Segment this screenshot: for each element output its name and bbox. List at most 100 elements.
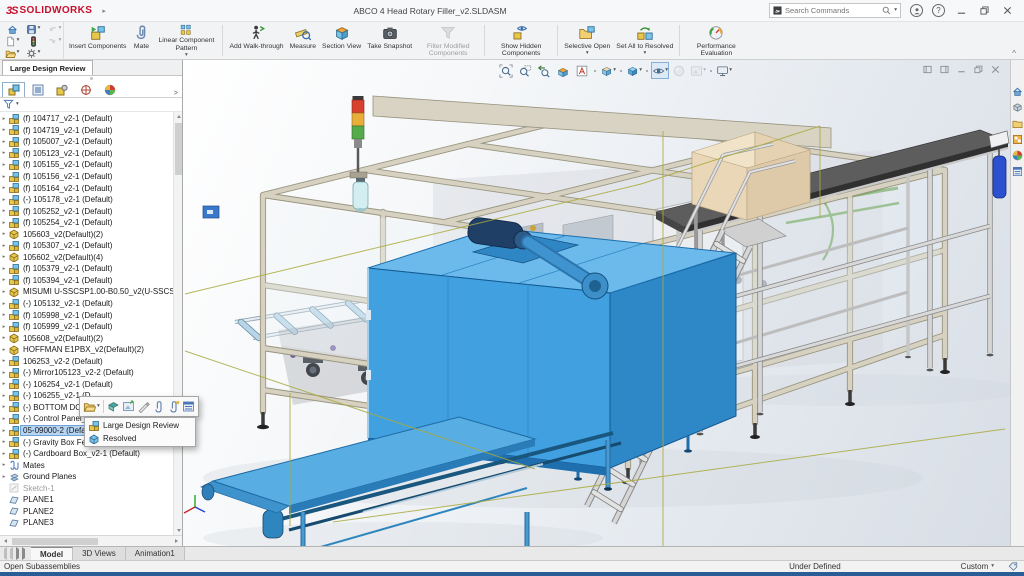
cardboard-box[interactable] xyxy=(690,131,812,221)
doc-tab-animation1[interactable]: Animation1 xyxy=(125,547,185,560)
hud-zoom-to-fit-button[interactable] xyxy=(497,62,515,79)
taskpane-design-library-tab[interactable] xyxy=(1012,118,1023,129)
minimize-button[interactable] xyxy=(954,4,968,18)
qa-options-button[interactable]: ▾ xyxy=(26,48,40,59)
qa-undo-button[interactable]: ▾ xyxy=(47,24,61,35)
tree-item[interactable]: ▸ (-) 106254_v2-1 (Default) xyxy=(0,379,173,391)
panel-tab-features[interactable] xyxy=(2,82,25,97)
search-commands-box[interactable]: ▾ xyxy=(769,3,901,18)
ribbon-show-hidden-button[interactable]: Show Hidden Components xyxy=(488,23,554,58)
ctx-pencil-sketch-button[interactable] xyxy=(137,400,150,413)
tree-item[interactable]: ▸ (f) 105379_v2-1 (Default) xyxy=(0,263,173,275)
scroll-thumb-h[interactable] xyxy=(12,537,98,545)
ctx-mate-clip-button[interactable] xyxy=(152,400,165,413)
ribbon-collapse-icon[interactable]: ^ xyxy=(1012,49,1016,58)
search-input[interactable] xyxy=(785,6,880,15)
filter-caret[interactable]: ▾ xyxy=(16,101,19,108)
help-icon[interactable]: ? xyxy=(932,4,945,17)
ribbon-insert-components-button[interactable]: Insert Components xyxy=(66,23,129,58)
tree-item[interactable]: ▸ Ground Planes xyxy=(0,471,173,483)
hud-view-settings-button[interactable]: ▾ xyxy=(715,62,733,79)
tree-item[interactable]: ▸ (-) 105132_v2-1 (Default) xyxy=(0,298,173,310)
taskpane-custom-properties-tab[interactable] xyxy=(1012,166,1023,177)
ctx-smart-mate-button[interactable] xyxy=(167,400,180,413)
tree-item[interactable]: ▸ 105603_v2(Default)(2) xyxy=(0,228,173,240)
taskpane-appearances-tab[interactable] xyxy=(1012,150,1023,161)
hud-view-orientation-button[interactable]: ▾ xyxy=(599,62,617,79)
qa-new-document-button[interactable]: ▾ xyxy=(5,36,19,47)
tree-item[interactable]: Sketch-1 xyxy=(0,483,173,495)
tree-item[interactable]: ▸ (f) 105307_v2-1 (Default) xyxy=(0,240,173,252)
tree-item[interactable]: ▸ (f) 104717_v2-1 (Default) xyxy=(0,113,173,125)
tree-vertical-scrollbar[interactable] xyxy=(173,112,182,535)
doc-restore-button[interactable] xyxy=(974,65,983,74)
tree-item[interactable]: PLANE2 xyxy=(0,506,173,518)
tree-item[interactable]: ▸ 106253_v2-2 (Default) xyxy=(0,355,173,367)
hud-display-style-button[interactable]: ▾ xyxy=(625,62,643,79)
doc-pane-left-button[interactable] xyxy=(923,65,932,74)
tree-item[interactable]: ▸ HOFFMAN E1PBX_v2(Default)(2) xyxy=(0,344,173,356)
tree-item[interactable]: ▸ (f) 105999_v2-1 (Default) xyxy=(0,321,173,333)
doc-tab-3d-views[interactable]: 3D Views xyxy=(73,547,126,560)
tree-item[interactable]: ▸ (f) 105123_v2-1 (Default) xyxy=(0,148,173,160)
tree-item[interactable]: ▸ (-) Cardboard Box_v2-1 (Default) xyxy=(0,448,173,460)
tree-item[interactable]: ▸ (f) 105007_v2-1 (Default) xyxy=(0,136,173,148)
ribbon-snapshot-button[interactable]: Take Snapshot xyxy=(364,23,415,58)
tree-item[interactable]: ▸ (f) 105254_v2-1 (Default) xyxy=(0,217,173,229)
custom-caret[interactable]: ▾ xyxy=(991,563,994,570)
tree-item[interactable]: ▸ 105608_v2(Default)(2) xyxy=(0,332,173,344)
tree-item[interactable]: ▸ (f) 105164_v2-1 (Default) xyxy=(0,182,173,194)
tree-item[interactable]: ▸MISUMI U-SSCSP1.00-B0.50_v2(U-SSCSP(304… xyxy=(0,286,173,298)
tree-item[interactable]: ▸ (f) 105252_v2-1 (Default) xyxy=(0,205,173,217)
doc-close-button[interactable] xyxy=(991,65,1000,74)
taskpane-resources-tab[interactable] xyxy=(1012,102,1023,113)
ctx-preview-window-button[interactable] xyxy=(122,400,135,413)
scroll-down-icon[interactable] xyxy=(174,526,182,535)
taskpane-home-tab[interactable] xyxy=(1012,86,1023,97)
tree-item[interactable]: PLANE1 xyxy=(0,494,173,506)
hud-annotation-views-button[interactable] xyxy=(573,62,591,79)
doc-minimize-button[interactable] xyxy=(957,65,966,74)
tab-large-design-review[interactable]: Large Design Review xyxy=(2,60,94,75)
ctx-isolate-button[interactable] xyxy=(107,400,120,413)
login-icon[interactable] xyxy=(910,4,923,17)
ribbon-walkthrough-button[interactable]: Add Walk-through xyxy=(226,23,286,58)
qa-redo-button[interactable]: ▾ xyxy=(47,36,61,47)
signal-tower[interactable] xyxy=(349,96,369,212)
panel-tab-configurations[interactable] xyxy=(50,82,73,97)
ribbon-section-view-button[interactable]: Section View xyxy=(319,23,364,58)
tree-item[interactable]: ▸ (f) 105394_v2-1 (Default) xyxy=(0,275,173,287)
tree-item[interactable]: ▸ (-) 105178_v2-1 (Default) xyxy=(0,194,173,206)
tab-first-icon[interactable] xyxy=(4,547,7,560)
tree-item[interactable]: ▸ (f) 105155_v2-1 (Default) xyxy=(0,159,173,171)
qa-home-button[interactable] xyxy=(7,24,18,35)
search-scope-caret[interactable]: ▾ xyxy=(894,7,897,14)
viewport-3d-scene[interactable] xyxy=(183,60,1010,546)
ribbon-filter-modified-button[interactable]: Filter Modified Components xyxy=(415,23,481,58)
ribbon-measure-button[interactable]: Measure xyxy=(287,23,319,58)
hud-apply-scene-button[interactable]: ▾ xyxy=(689,62,707,79)
tree-item[interactable]: PLANE3 xyxy=(0,517,173,529)
tab-prev-icon[interactable] xyxy=(10,547,13,560)
ctx-component-properties-button[interactable] xyxy=(182,400,195,413)
hud-previous-view-button[interactable] xyxy=(535,62,553,79)
panel-tab-display[interactable] xyxy=(98,82,121,97)
ribbon-mate-button[interactable]: Mate xyxy=(129,23,153,58)
qa-open-button[interactable]: ▾ xyxy=(5,48,19,59)
tree-item[interactable]: ▸ (f) 105998_v2-1 (Default) xyxy=(0,309,173,321)
tree-item[interactable]: ▸ (f) 105156_v2-1 (Default) xyxy=(0,171,173,183)
search-icon[interactable] xyxy=(882,6,891,15)
tree-horizontal-scrollbar[interactable] xyxy=(0,535,182,546)
filter-icon[interactable] xyxy=(3,99,14,110)
doc-tab-model[interactable]: Model xyxy=(31,547,74,560)
menu-item-resolved[interactable]: Resolved xyxy=(85,432,195,445)
panel-tab-overflow[interactable]: > xyxy=(174,90,180,97)
hud-hide-show-items-button[interactable]: ▾ xyxy=(651,62,669,79)
custom-properties-dropdown[interactable]: Custom ▾ xyxy=(961,562,994,571)
tab-next-icon[interactable] xyxy=(16,547,19,560)
taskpane-view-palette-tab[interactable] xyxy=(1012,134,1023,145)
scroll-up-icon[interactable] xyxy=(174,112,182,121)
toolbar-expand-icon[interactable]: ▸ xyxy=(102,7,106,15)
restore-button[interactable] xyxy=(977,4,991,18)
tree-item[interactable]: ▸ (-) Mirror105123_v2-2 (Default) xyxy=(0,367,173,379)
